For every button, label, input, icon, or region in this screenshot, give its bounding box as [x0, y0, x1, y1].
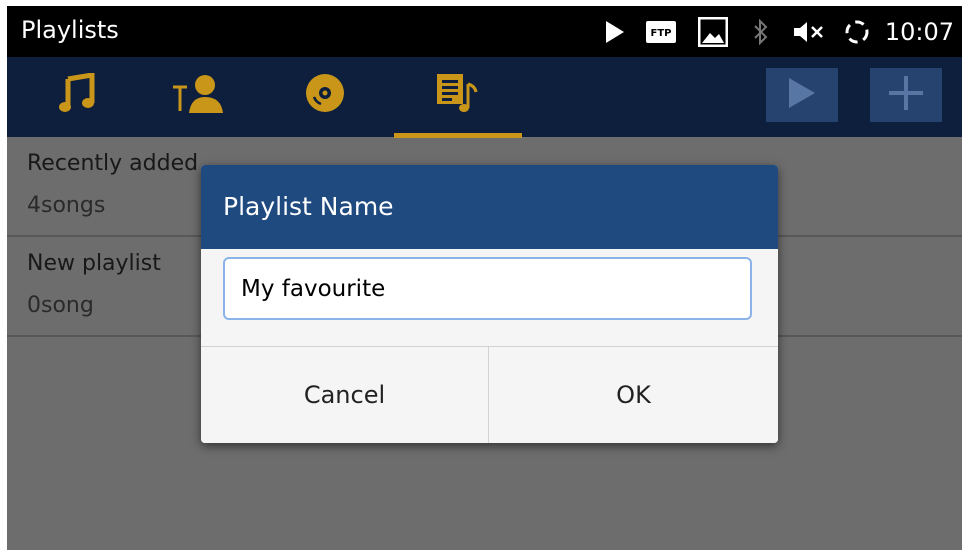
- clock: 10:07: [884, 17, 954, 46]
- sync-icon: [835, 18, 879, 46]
- music-note-icon: [58, 72, 96, 117]
- app-screen: Playlists FTP 10:07 Recently added 4song…: [7, 6, 962, 550]
- volume-mute-icon: [783, 20, 835, 44]
- status-icons: FTP 10:07: [595, 6, 954, 57]
- play-icon: [595, 20, 635, 43]
- status-bar: Playlists FTP 10:07: [7, 6, 962, 57]
- add-icon: [889, 76, 923, 114]
- image-icon: [687, 16, 739, 47]
- artist-icon: [169, 73, 225, 117]
- playlist-song-count: 0song: [27, 293, 94, 318]
- ok-button[interactable]: OK: [489, 347, 778, 443]
- tab-bar: [7, 57, 962, 138]
- album-disc-icon: [304, 72, 346, 118]
- playlist-song-count: 4songs: [27, 193, 106, 218]
- app-title: Playlists: [21, 16, 119, 44]
- tab-albums[interactable]: [293, 57, 357, 133]
- svg-text:FTP: FTP: [650, 28, 671, 39]
- bluetooth-icon: [739, 18, 783, 45]
- playlist-name: New playlist: [27, 251, 161, 276]
- play-all-button[interactable]: [766, 68, 838, 122]
- add-playlist-button[interactable]: [870, 68, 942, 122]
- tab-artists[interactable]: [165, 57, 229, 133]
- dialog-header: Playlist Name: [201, 165, 778, 249]
- playlist-name: Recently added: [27, 151, 199, 176]
- playlist-icon: [435, 72, 479, 118]
- playlist-name-dialog: Playlist Name Cancel OK: [201, 165, 778, 443]
- tab-songs[interactable]: [45, 57, 109, 133]
- ftp-icon: FTP: [635, 20, 687, 44]
- dialog-title: Playlist Name: [223, 192, 394, 221]
- play-icon: [789, 78, 815, 112]
- cancel-button[interactable]: Cancel: [201, 347, 488, 443]
- tab-playlists[interactable]: [425, 57, 489, 133]
- playlist-name-input[interactable]: [223, 257, 752, 320]
